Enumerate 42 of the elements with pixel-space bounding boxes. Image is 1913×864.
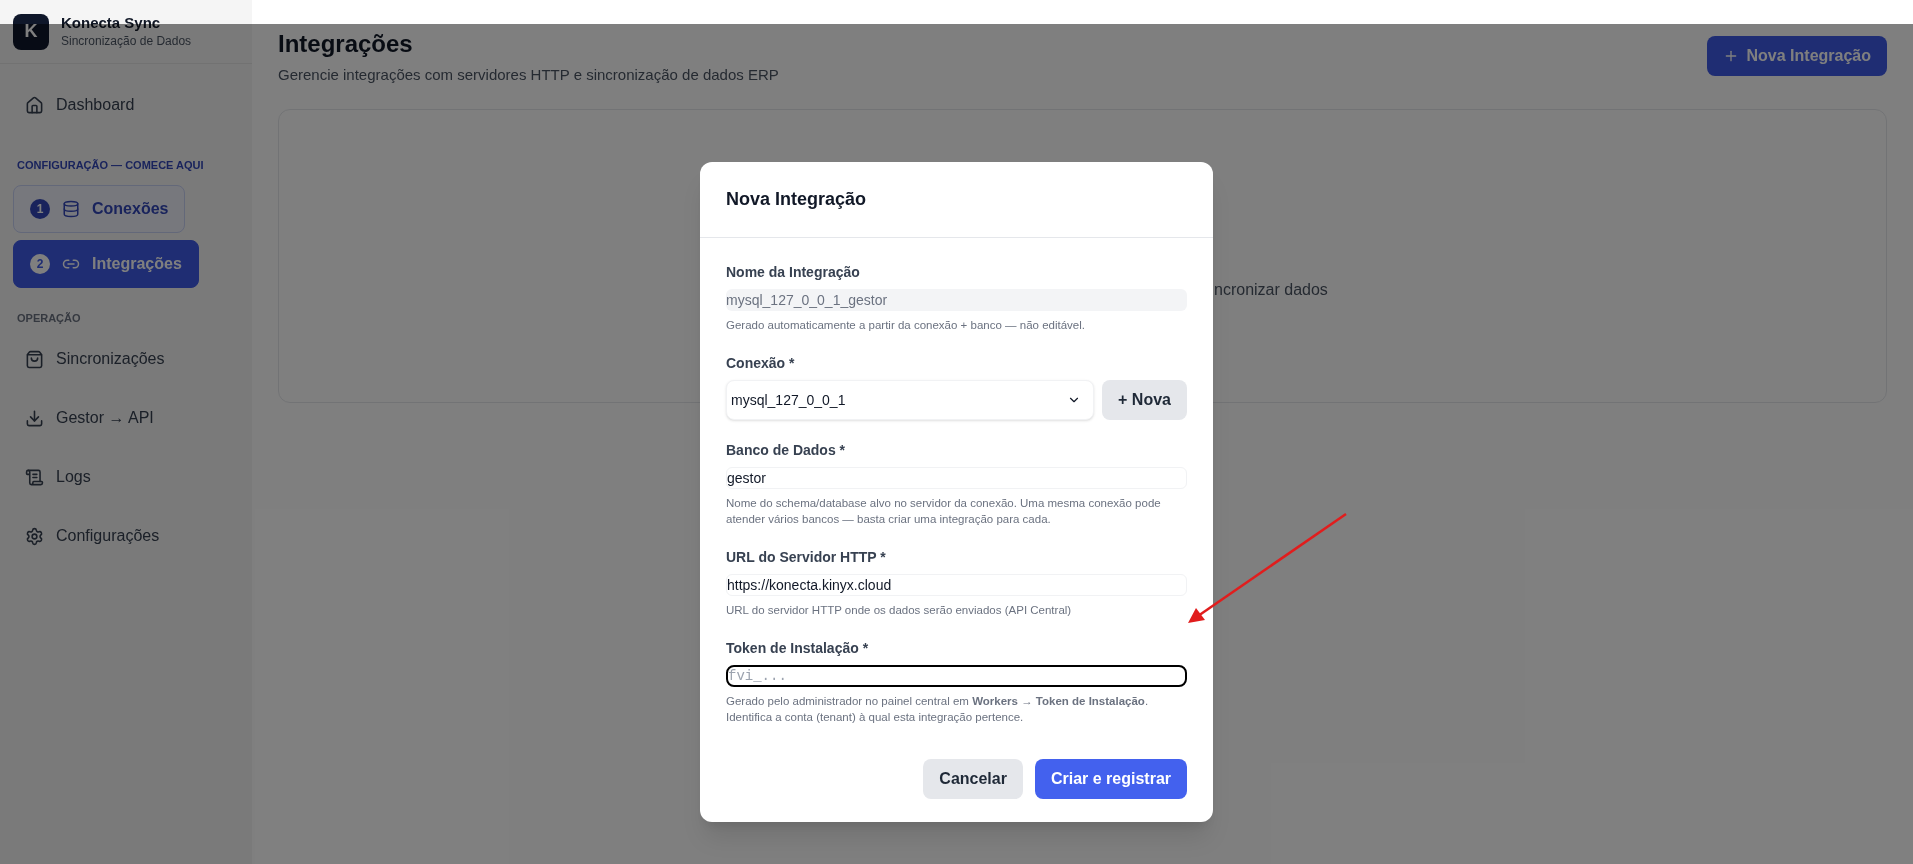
connection-select[interactable]: mysql_127_0_0_1 (726, 380, 1095, 420)
field-label: Nome da Integração (726, 263, 861, 282)
sidebar-item[interactable]: 1 Conexões (13, 184, 186, 233)
sidebar-item[interactable]: Dashboard (13, 83, 147, 127)
scroll-icon (25, 467, 44, 487)
new-connection-button[interactable]: + Nova (1102, 380, 1187, 420)
sidebar-item[interactable]: Logs (13, 455, 103, 499)
dialog-title: Nova Integração (726, 188, 867, 211)
sidebar-item[interactable]: Configurações (13, 514, 172, 558)
cancel-button[interactable]: Cancelar (923, 759, 1023, 799)
help-text: Gerado pelo administrador no painel central em Workers → Token de Instalação. Identifica a conta (tenant) à qual esta integração pertence. (726, 694, 1150, 725)
sidebar-item[interactable]: 2 Integrações (13, 239, 199, 288)
help-text: Nome do schema/database alvo no servidor da conexão. Uma mesma conexão pode atender vários bancos — basta criar uma integração para cada. (726, 496, 1162, 527)
help-text: Gerado automaticamente a partir da conexão + banco — não editável. (726, 318, 1086, 333)
download-icon (25, 408, 44, 428)
settings-icon (25, 526, 44, 546)
token-field[interactable]: fvi_... (726, 665, 1187, 687)
page-subtitle: Gerencie integrações com servidores HTTP e sincronização de dados ERP (278, 65, 779, 85)
section-heading: OPERAÇÃO (16, 310, 82, 326)
name-field: mysql_127_0_0_1_gestor (726, 289, 1187, 311)
input-field[interactable]: https://konecta.kinyx.cloud (726, 574, 1187, 596)
sidebar-item[interactable]: Gestor → API (13, 396, 166, 440)
app-name: Konecta Sync (61, 13, 162, 32)
app-logo: K (13, 13, 49, 50)
empty-state-text: ncronizar dados (1214, 280, 1328, 298)
create-button[interactable]: Criar e registrar (1034, 759, 1187, 799)
section-heading: CONFIGURAÇÃO — COMECE AQUI (16, 158, 205, 173)
field-label: URL do Servidor HTTP * (726, 548, 887, 567)
page-title: Integrações (278, 29, 414, 59)
input-field[interactable]: gestor (726, 467, 1187, 489)
field-label: Token de Instalação * (726, 639, 870, 658)
database-icon (62, 199, 80, 218)
field-label: Banco de Dados * (726, 441, 847, 460)
app-subtitle: Sincronização de Dados (61, 32, 192, 50)
help-text: URL do servidor HTTP onde os dados serão enviados (API Central) (726, 603, 1073, 618)
new-integration-button[interactable]: Nova Integração (1706, 36, 1887, 76)
bag-icon (25, 349, 44, 369)
step-number: 1 (30, 198, 50, 219)
field-label: Conexão * (726, 354, 796, 373)
sidebar-item[interactable]: Sincronizações (13, 337, 177, 381)
home-icon (25, 95, 44, 115)
step-number: 2 (30, 253, 50, 274)
